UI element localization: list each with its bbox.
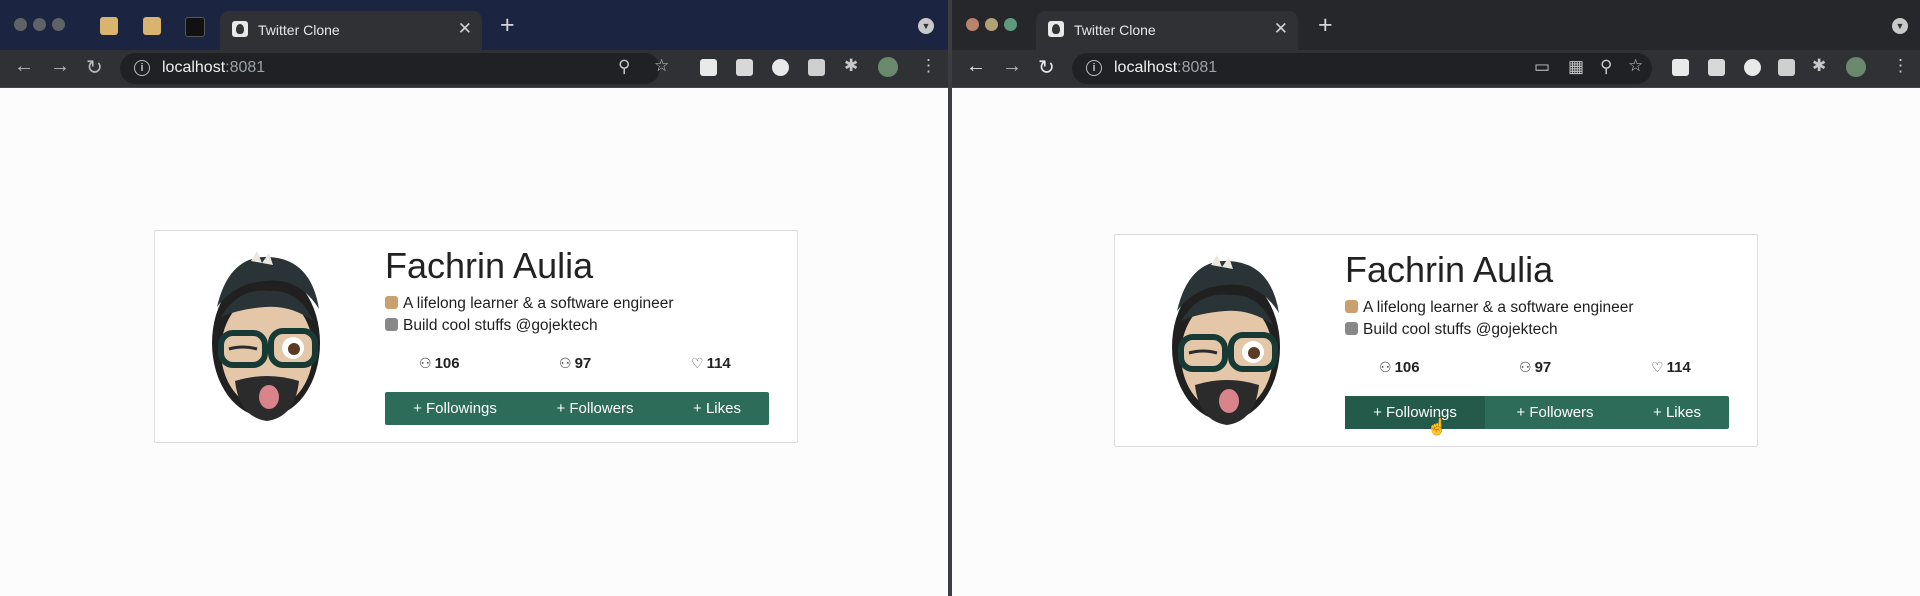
likes-button[interactable]: + Likes bbox=[665, 392, 769, 425]
window-close-dot[interactable] bbox=[14, 18, 27, 31]
extension-icon[interactable] bbox=[772, 59, 789, 76]
tab-favicon-icon bbox=[1048, 21, 1064, 37]
star-icon[interactable]: ☆ bbox=[1628, 56, 1643, 76]
close-tab-icon[interactable]: ✕ bbox=[1274, 19, 1288, 39]
back-arrow-icon[interactable]: ← bbox=[14, 55, 34, 78]
page-viewport: Fachrin Aulia A lifelong learner & a sof… bbox=[952, 88, 1920, 596]
tab-search-icon[interactable]: ▼ bbox=[918, 18, 934, 34]
profile-name: Fachrin Aulia bbox=[1345, 249, 1554, 290]
stat-likes: ♡ 114 bbox=[1651, 359, 1691, 376]
extension-icon[interactable] bbox=[808, 59, 825, 76]
bio-line: Build cool stuffs @gojektech bbox=[1345, 321, 1558, 339]
url-text: localhost:8081 bbox=[1114, 59, 1218, 76]
info-icon[interactable]: i bbox=[1086, 60, 1102, 76]
zoom-icon[interactable]: ⚲ bbox=[618, 57, 630, 77]
window-minimize-dot[interactable] bbox=[33, 18, 46, 31]
qr-extension-icon[interactable] bbox=[700, 59, 717, 76]
forward-arrow-icon[interactable]: → bbox=[50, 55, 70, 78]
bio-line: Build cool stuffs @gojektech bbox=[385, 317, 598, 335]
back-arrow-icon[interactable]: ← bbox=[966, 55, 986, 78]
tab-twitter-clone[interactable]: Twitter Clone ✕ bbox=[1036, 11, 1298, 50]
new-tab-button[interactable]: + bbox=[500, 11, 515, 40]
stat-followers: ⚇ 97 bbox=[559, 355, 592, 372]
tab-strip: Twitter Clone ✕ + ▼ bbox=[952, 0, 1920, 50]
heart-outline-icon: ♡ bbox=[1651, 359, 1664, 375]
extensions-icon[interactable]: ✱ bbox=[1812, 56, 1826, 76]
action-button-group: + Followings + Followers + Likes bbox=[1345, 396, 1729, 429]
user-outline-icon: ⚇ bbox=[1379, 359, 1392, 375]
bio-line: A lifelong learner & a software engineer bbox=[1345, 299, 1634, 317]
memoji-avatar bbox=[212, 251, 320, 421]
stat-followings: ⚇ 106 bbox=[419, 355, 460, 372]
hand-cursor-icon: ☝ bbox=[1427, 419, 1447, 436]
tab-title: Twitter Clone bbox=[258, 22, 340, 38]
info-icon[interactable]: i bbox=[134, 60, 150, 76]
left-browser-window: Twitter Clone ✕ + ▼ ← → ↻ i localhost:80… bbox=[0, 0, 950, 596]
cast-icon[interactable]: ▭ bbox=[1534, 57, 1550, 77]
window-zoom-dot[interactable] bbox=[1004, 18, 1017, 31]
forward-arrow-icon[interactable]: → bbox=[1002, 55, 1022, 78]
new-tab-button[interactable]: + bbox=[1318, 11, 1333, 40]
action-button-group: + Followings + Followers + Likes bbox=[385, 392, 769, 425]
tab-favicon-icon bbox=[232, 21, 248, 37]
window-zoom-dot[interactable] bbox=[52, 18, 65, 31]
avatar-icon[interactable] bbox=[1846, 57, 1866, 77]
tab-title: Twitter Clone bbox=[1074, 22, 1156, 38]
bio-line: A lifelong learner & a software engineer bbox=[385, 295, 674, 313]
user-outline-icon: ⚇ bbox=[559, 355, 572, 371]
medium-tab-icon[interactable] bbox=[185, 17, 205, 37]
s-extension-icon[interactable] bbox=[736, 59, 753, 76]
wrench-emoji-icon bbox=[385, 318, 398, 331]
pinned-tab-icon[interactable] bbox=[100, 17, 118, 35]
menu-icon[interactable]: ⋮ bbox=[1892, 56, 1909, 76]
wrench-emoji-icon bbox=[1345, 322, 1358, 335]
pinned-tab-icon[interactable] bbox=[143, 17, 161, 35]
user-outline-icon: ⚇ bbox=[419, 355, 432, 371]
apps-icon[interactable]: ▦ bbox=[1568, 57, 1584, 77]
avatar-icon[interactable] bbox=[878, 57, 898, 77]
followers-button[interactable]: + Followers bbox=[525, 392, 665, 425]
zoom-icon[interactable]: ⚲ bbox=[1600, 57, 1612, 77]
likes-button[interactable]: + Likes bbox=[1625, 396, 1729, 429]
memoji-avatar bbox=[1172, 255, 1280, 425]
user-outline-icon: ⚇ bbox=[1519, 359, 1532, 375]
stat-followings: ⚇ 106 bbox=[1379, 359, 1420, 376]
page-viewport: Fachrin Aulia A lifelong learner & a sof… bbox=[0, 88, 950, 596]
right-browser-window: Twitter Clone ✕ + ▼ ← → ↻ i localhost:80… bbox=[952, 0, 1920, 596]
stat-followers: ⚇ 97 bbox=[1519, 359, 1552, 376]
followings-button[interactable]: + Followings bbox=[385, 392, 525, 425]
heart-outline-icon: ♡ bbox=[691, 355, 704, 371]
window-close-dot[interactable] bbox=[966, 18, 979, 31]
address-bar[interactable]: i localhost:8081 ⚲ ☆ bbox=[120, 53, 669, 84]
profile-card: Fachrin Aulia A lifelong learner & a sof… bbox=[154, 230, 798, 443]
extension-icon[interactable] bbox=[1744, 59, 1761, 76]
tab-twitter-clone[interactable]: Twitter Clone ✕ bbox=[220, 11, 482, 50]
browser-toolbar: ← → ↻ i localhost:8081 ▭ ▦ ⚲ ☆ ✱ ⋮ bbox=[952, 50, 1920, 88]
s-extension-icon[interactable] bbox=[1708, 59, 1725, 76]
tab-strip: Twitter Clone ✕ + ▼ bbox=[0, 0, 950, 50]
star-icon[interactable]: ☆ bbox=[654, 56, 669, 76]
extension-icon[interactable] bbox=[1778, 59, 1795, 76]
teacher-emoji-icon bbox=[385, 296, 398, 309]
followers-button[interactable]: + Followers bbox=[1485, 396, 1625, 429]
followings-button[interactable]: + Followings bbox=[1345, 396, 1485, 429]
teacher-emoji-icon bbox=[1345, 300, 1358, 313]
reload-icon[interactable]: ↻ bbox=[1038, 55, 1055, 80]
extensions-icon[interactable]: ✱ bbox=[844, 56, 858, 76]
menu-icon[interactable]: ⋮ bbox=[920, 56, 937, 76]
tab-search-icon[interactable]: ▼ bbox=[1892, 18, 1908, 34]
stat-likes: ♡ 114 bbox=[691, 355, 731, 372]
qr-extension-icon[interactable] bbox=[1672, 59, 1689, 76]
window-minimize-dot[interactable] bbox=[985, 18, 998, 31]
browser-toolbar: ← → ↻ i localhost:8081 ⚲ ☆ ✱ ⋮ bbox=[0, 50, 950, 88]
url-text: localhost:8081 bbox=[162, 59, 266, 76]
reload-icon[interactable]: ↻ bbox=[86, 55, 103, 80]
address-bar[interactable]: i localhost:8081 ▭ ▦ ⚲ ☆ bbox=[1072, 53, 1652, 84]
profile-card: Fachrin Aulia A lifelong learner & a sof… bbox=[1114, 234, 1758, 447]
profile-name: Fachrin Aulia bbox=[385, 245, 594, 286]
close-tab-icon[interactable]: ✕ bbox=[458, 19, 472, 39]
